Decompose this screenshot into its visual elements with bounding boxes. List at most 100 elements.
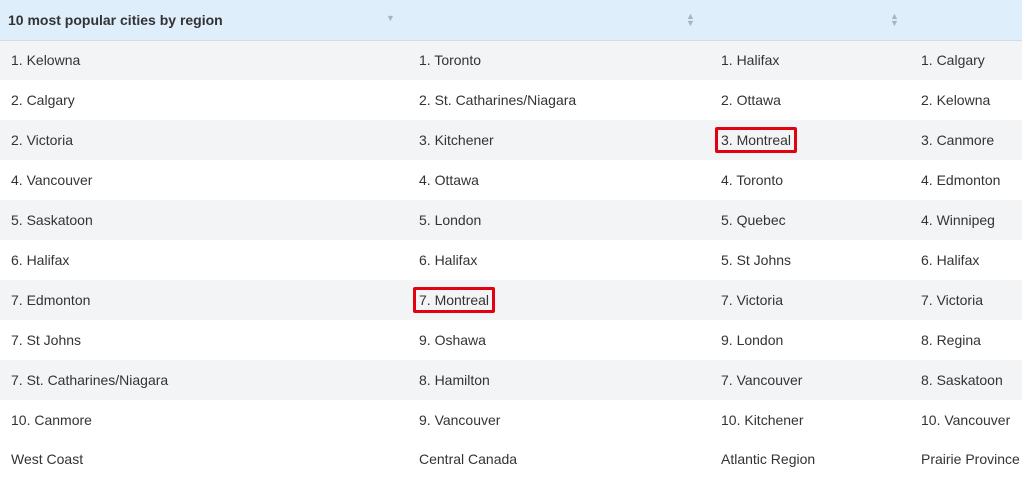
city-label: 8. Hamilton [419, 372, 490, 388]
city-label: 3. Canmore [921, 132, 995, 148]
city-label: 10. Canmore [11, 412, 92, 428]
table-cell: 9. Oshawa [408, 320, 710, 360]
table-cell: 5. Saskatoon [0, 200, 408, 240]
table-cell: 7. St. Catharines/Niagara [0, 360, 408, 400]
table-cell: 1. Toronto [408, 40, 710, 80]
city-label: 8. Regina [921, 332, 981, 348]
city-label: 5. St Johns [721, 252, 792, 268]
region-label: West Coast [0, 440, 408, 478]
table-cell: 6. Halifax [910, 240, 1022, 280]
column-header[interactable]: 10 most popular cities by region ▼ [0, 0, 408, 41]
city-label: 7. St Johns [11, 332, 82, 348]
table-cell: 2. Kelowna [910, 80, 1022, 120]
region-name: West Coast [11, 451, 84, 467]
table-cell: 8. Hamilton [408, 360, 710, 400]
city-label: 9. London [721, 332, 784, 348]
column-header[interactable]: ▲▼ [408, 0, 710, 41]
column-header[interactable]: ▲▼ [910, 0, 1022, 41]
city-label: 7. Victoria [721, 292, 783, 308]
table-cell: 5. Quebec [710, 200, 910, 240]
table-cell: 4. Toronto [710, 160, 910, 200]
city-label: 2. St. Catharines/Niagara [419, 92, 577, 108]
table-cell: 2. Victoria [0, 120, 408, 160]
table-cell: 5. St Johns [710, 240, 910, 280]
sort-icon[interactable]: ▲ ▼ [890, 12, 899, 28]
city-label: 5. London [419, 212, 482, 228]
table-row: 2. Victoria 3. Kitchener 3. Montreal 3. Can… [0, 120, 1022, 160]
column-header[interactable]: ▲▼ [710, 0, 910, 41]
city-label: 7. Victoria [921, 292, 983, 308]
table-cell: 1. Kelowna [0, 40, 408, 80]
city-label: 7. Vancouver [721, 372, 803, 388]
chevron-down-icon[interactable]: ▼ [386, 14, 395, 23]
region-label: Central Canada [408, 440, 710, 478]
table-cell: 7. Edmonton [0, 280, 408, 320]
table-row: 10. Canmore 9. Vancouver 10. Kitchener 10. … [0, 400, 1022, 440]
city-label: 2. Calgary [11, 92, 75, 108]
city-label: 1. Halifax [721, 52, 780, 69]
table-cell: 10. Kitchener [710, 400, 910, 440]
highlighted-city: 7. Montreal [413, 287, 496, 313]
city-label: 1. Toronto [419, 52, 482, 69]
city-label: 7. Edmonton [11, 292, 91, 308]
table-cell: 7. Victoria [710, 280, 910, 320]
column-header-label: 10 most popular cities by region [8, 11, 223, 28]
city-label: 9. Vancouver [419, 412, 501, 428]
region-label: Atlantic Region [710, 440, 910, 478]
table-cell: 3. Kitchener [408, 120, 710, 160]
table-cell: 8. Regina [910, 320, 1022, 360]
table-cell: 7. St Johns [0, 320, 408, 360]
table-row: 6. Halifax 6. Halifax 5. St Johns 6. Halifa… [0, 240, 1022, 280]
region-label: Prairie Province [910, 440, 1022, 478]
table-cell: 6. Halifax [408, 240, 710, 280]
table-row: 7. Edmonton 7. Montreal 7. Victoria 7. Vict… [0, 280, 1022, 320]
table-cell: 3. Montreal [710, 120, 910, 160]
table-cell: 4. Winnipeg [910, 200, 1022, 240]
city-label: 1. Calgary [921, 52, 985, 69]
region-footer-row: West Coast Central Canada Atlantic Region P… [0, 440, 1022, 478]
region-name: Atlantic Region [721, 451, 816, 467]
city-label: 2. Victoria [11, 132, 73, 148]
table-row: 5. Saskatoon 5. London 5. Quebec 4. Winnipe… [0, 200, 1022, 240]
city-label: 4. Edmonton [921, 172, 1001, 188]
table-cell: 4. Edmonton [910, 160, 1022, 200]
table-cell: 7. Vancouver [710, 360, 910, 400]
city-label: 5. Quebec [721, 212, 786, 228]
city-label: 4. Toronto [721, 172, 784, 188]
table-row: 7. St. Catharines/Niagara 8. Hamilton 7. V… [0, 360, 1022, 400]
city-label: 2. Ottawa [721, 92, 781, 108]
city-label: 9. Oshawa [419, 332, 486, 348]
highlighted-city: 3. Montreal [715, 127, 798, 153]
table-cell: 2. Ottawa [710, 80, 910, 120]
table-cell: 9. London [710, 320, 910, 360]
city-label: 7. St. Catharines/Niagara [11, 372, 169, 388]
table-cell: 1. Halifax [710, 40, 910, 80]
table-cell: 9. Vancouver [408, 400, 710, 440]
region-name: Prairie Province [921, 451, 1020, 467]
city-label: 10. Kitchener [721, 412, 804, 428]
city-label: 6. Halifax [419, 252, 478, 268]
table-row: 7. St Johns 9. Oshawa 9. London 8. Regina [0, 320, 1022, 360]
table-cell: 7. Montreal [408, 280, 710, 320]
city-label: 1. Kelowna [11, 52, 81, 69]
table-cell: 4. Ottawa [408, 160, 710, 200]
table-row: 4. Vancouver 4. Ottawa 4. Toronto 4. Edmont… [0, 160, 1022, 200]
table-header-row: 10 most popular cities by region ▼ ▲ ▼ ▲ ▼… [0, 0, 1022, 41]
table-cell: 1. Calgary [910, 40, 1022, 80]
sort-icon[interactable]: ▲ ▼ [686, 12, 695, 28]
region-name: Central Canada [419, 451, 518, 467]
table-cell: 2. St. Catharines/Niagara [408, 80, 710, 120]
table-cell: 10. Vancouver [910, 400, 1022, 440]
city-label: 6. Halifax [11, 252, 70, 268]
table-cell: 6. Halifax [0, 240, 408, 280]
table-cell: 2. Calgary [0, 80, 408, 120]
table-cell: 10. Canmore [0, 400, 408, 440]
city-label: 4. Vancouver [11, 172, 93, 188]
table-row: 1. Kelowna 1. Toronto 1. Halifax 1. Calgary [0, 40, 1022, 80]
table-cell: 5. London [408, 200, 710, 240]
table-cell: 3. Canmore [910, 120, 1022, 160]
city-label: 2. Kelowna [921, 92, 991, 108]
popular-cities-table: 10 most popular cities by region ▼ ▲ ▼ ▲ ▼… [0, 0, 1022, 478]
city-label: 3. Kitchener [419, 132, 494, 148]
table-row: 2. Calgary 2. St. Catharines/Niagara 2. Ot… [0, 80, 1022, 120]
